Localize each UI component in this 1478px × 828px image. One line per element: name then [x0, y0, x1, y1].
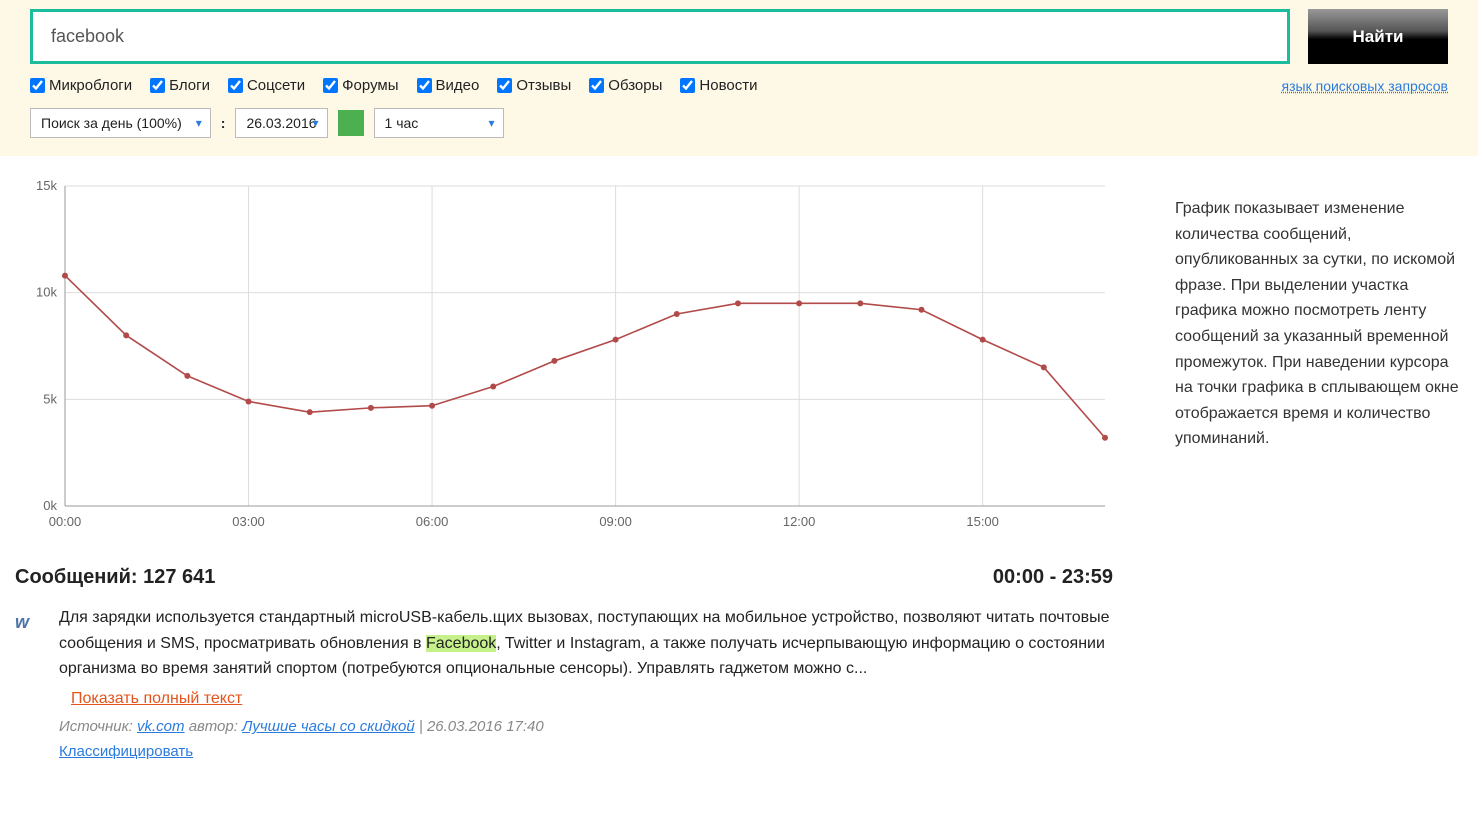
- svg-text:12:00: 12:00: [783, 514, 816, 529]
- svg-text:10k: 10k: [36, 285, 57, 300]
- classify-link[interactable]: Классифицировать: [59, 743, 193, 760]
- timeline-chart[interactable]: 0k 5k 10k 15k 00:00 03:00 06:00 09:00 12:00 15:00: [15, 166, 1115, 546]
- filter-checkbox[interactable]: [30, 78, 45, 93]
- filter-label: Видео: [436, 77, 480, 94]
- result-meta: Источник: vk.com автор: Лучшие часы со с…: [59, 715, 1119, 739]
- chart-description: График показывает изменение количества с…: [1175, 166, 1463, 546]
- vk-icon: w: [15, 612, 27, 632]
- filter-checkbox[interactable]: [228, 78, 243, 93]
- interval-select[interactable]: 1 час: [374, 108, 504, 138]
- highlight-term: Facebook: [426, 635, 496, 652]
- filter-label: Форумы: [342, 77, 398, 94]
- author-link[interactable]: Лучшие часы со скидкой: [242, 718, 415, 735]
- svg-text:03:00: 03:00: [232, 514, 265, 529]
- svg-text:15:00: 15:00: [966, 514, 999, 529]
- date-input[interactable]: 26.03.2016: [235, 108, 327, 138]
- filter-label: Соцсети: [247, 77, 305, 94]
- results-time-range: 00:00 - 23:59: [993, 566, 1463, 589]
- filter-форумы[interactable]: Форумы: [323, 77, 398, 94]
- filter-видео[interactable]: Видео: [417, 77, 480, 94]
- svg-text:15k: 15k: [36, 178, 57, 193]
- filter-checkbox[interactable]: [150, 78, 165, 93]
- filter-label: Обзоры: [608, 77, 662, 94]
- svg-text:00:00: 00:00: [49, 514, 82, 529]
- status-square: [338, 110, 364, 136]
- show-full-link[interactable]: Показать полный текст: [71, 686, 242, 712]
- filter-обзоры[interactable]: Обзоры: [589, 77, 662, 94]
- filter-label: Микроблоги: [49, 77, 132, 94]
- filter-checkbox[interactable]: [497, 78, 512, 93]
- svg-text:09:00: 09:00: [599, 514, 632, 529]
- result-item: w Для зарядки используется стандартный m…: [15, 605, 1463, 765]
- search-input[interactable]: [30, 9, 1290, 64]
- filter-checkbox[interactable]: [417, 78, 432, 93]
- filter-соцсети[interactable]: Соцсети: [228, 77, 305, 94]
- filter-новости[interactable]: Новости: [680, 77, 757, 94]
- search-button[interactable]: Найти: [1308, 9, 1448, 64]
- period-select[interactable]: Поиск за день (100%): [30, 108, 211, 138]
- svg-text:0k: 0k: [43, 498, 57, 513]
- filter-label: Новости: [699, 77, 757, 94]
- colon-separator: :: [221, 115, 226, 131]
- filter-checkbox[interactable]: [680, 78, 695, 93]
- results-count: Сообщений: 127 641: [15, 566, 215, 589]
- svg-text:06:00: 06:00: [416, 514, 449, 529]
- svg-text:5k: 5k: [43, 391, 57, 406]
- filter-label: Отзывы: [516, 77, 571, 94]
- filter-отзывы[interactable]: Отзывы: [497, 77, 571, 94]
- filter-микроблоги[interactable]: Микроблоги: [30, 77, 132, 94]
- filter-label: Блоги: [169, 77, 210, 94]
- filter-блоги[interactable]: Блоги: [150, 77, 210, 94]
- source-link[interactable]: vk.com: [137, 718, 185, 735]
- query-language-link[interactable]: язык поисковых запросов: [1282, 78, 1448, 94]
- filter-checkbox[interactable]: [589, 78, 604, 93]
- filter-checkbox[interactable]: [323, 78, 338, 93]
